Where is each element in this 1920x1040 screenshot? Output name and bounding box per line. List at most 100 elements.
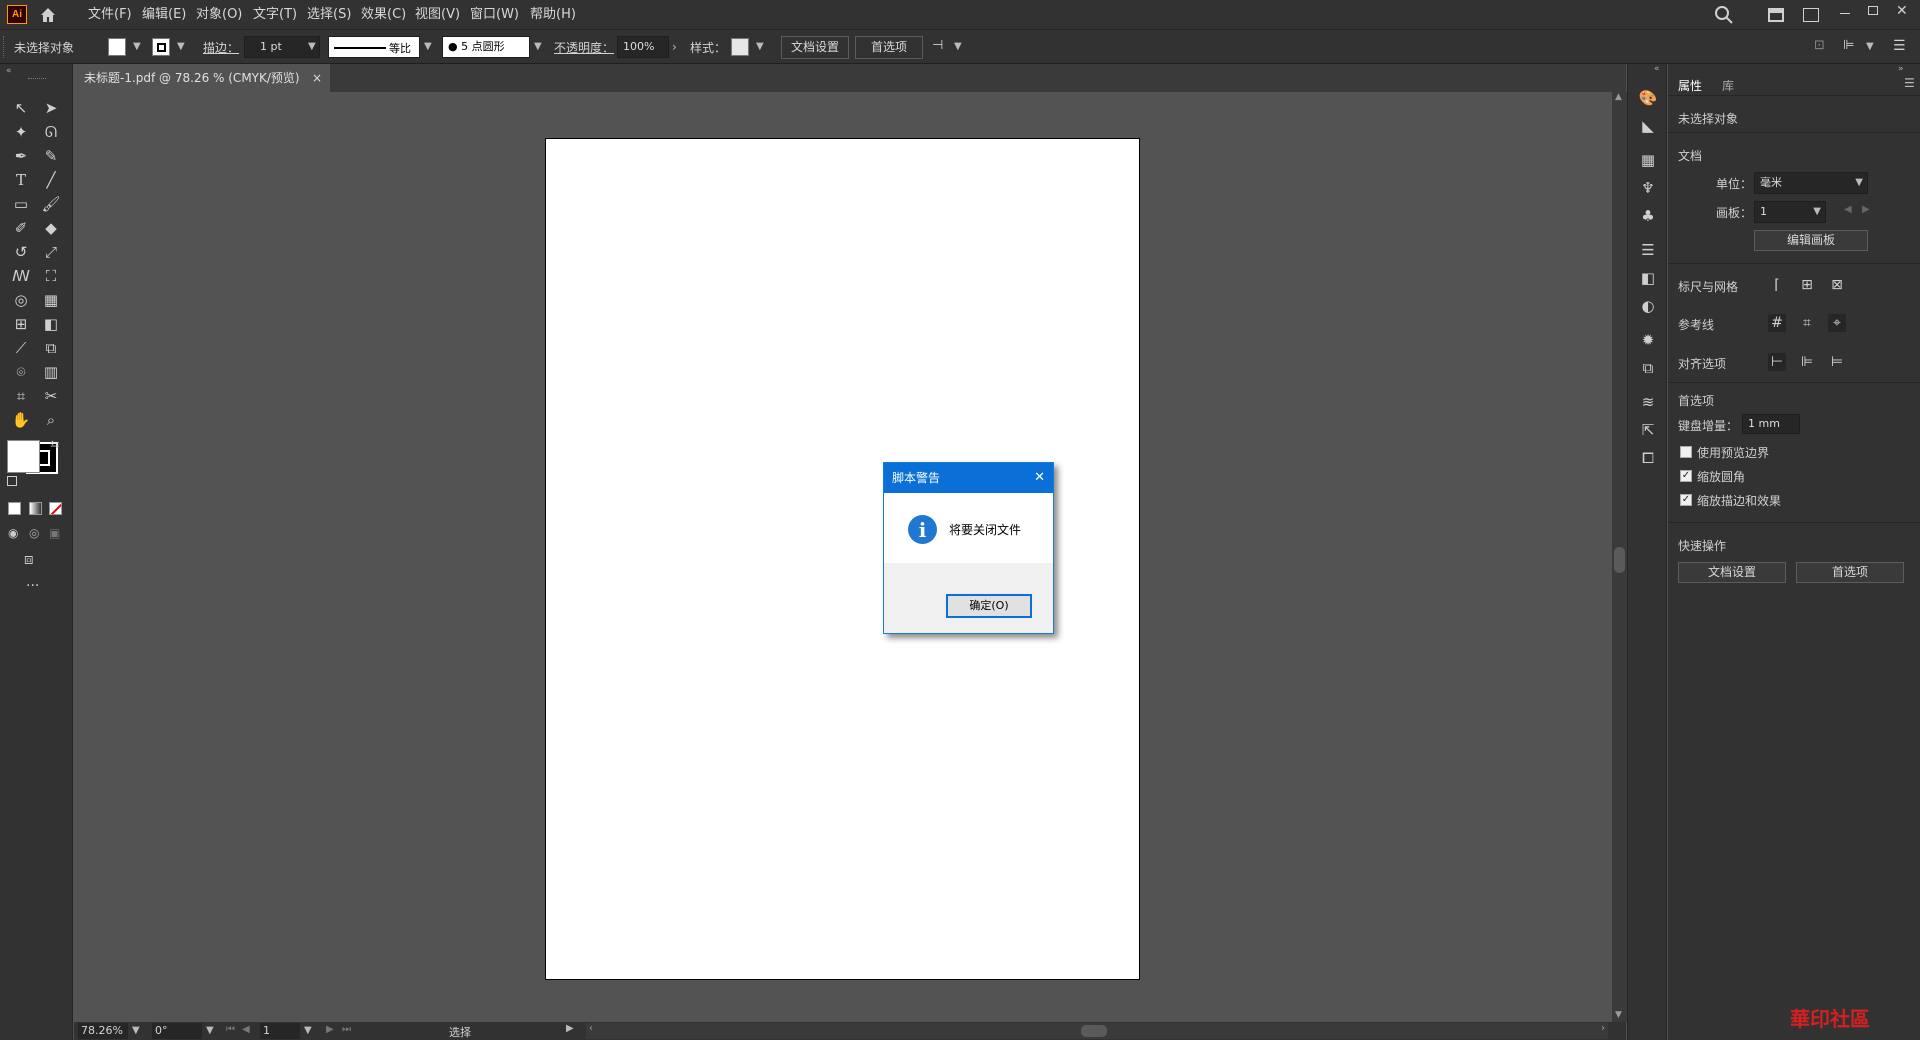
arrange-icon[interactable]: ⊡ <box>1814 38 1825 53</box>
lock-guides-icon[interactable]: ⌗ <box>1798 314 1816 332</box>
scroll-down-icon[interactable]: ▼ <box>1615 1010 1622 1020</box>
ruler-icon[interactable]: ⌈ <box>1768 276 1786 294</box>
magic-wand-icon[interactable]: ✦ <box>7 120 35 144</box>
artboard-dropdown-icon[interactable]: ▼ <box>304 1025 312 1036</box>
rotation-field[interactable]: 0° <box>152 1023 202 1039</box>
first-artboard-icon[interactable]: ⏮ <box>226 1024 235 1035</box>
status-menu-icon[interactable]: ▶ <box>566 1023 574 1034</box>
free-transform-icon[interactable]: ⛶ <box>37 264 65 288</box>
home-icon[interactable] <box>38 5 58 25</box>
grid-icon[interactable]: ⊞ <box>1798 276 1816 294</box>
width-tool-icon[interactable]: ꟿ <box>7 264 35 288</box>
stroke-weight-dropdown-icon[interactable]: ▼ <box>308 41 316 52</box>
color-mode-icon[interactable] <box>8 502 21 515</box>
panel-menu-icon[interactable]: ☰ <box>1893 38 1906 54</box>
rectangle-tool-icon[interactable]: ▭ <box>7 192 35 216</box>
minimize-icon[interactable] <box>1840 13 1850 14</box>
transparency-icon[interactable]: ◐ <box>1638 296 1658 316</box>
workspace-switcher-icon[interactable] <box>1768 8 1784 22</box>
artboards-panel-icon[interactable]: ⧠ <box>1638 448 1658 468</box>
column-graph-icon[interactable]: ▥ <box>37 360 65 384</box>
stroke-label[interactable]: 描边： <box>203 39 239 56</box>
menu-type[interactable]: 文字(T) <box>248 0 302 29</box>
color-guide-icon[interactable]: ◣ <box>1638 116 1658 136</box>
collapse-panels-icon[interactable]: « <box>1654 64 1660 74</box>
menu-select[interactable]: 选择(S) <box>302 0 356 29</box>
line-tool-icon[interactable]: ╱ <box>37 168 65 192</box>
smart-guides-icon[interactable]: ⌖ <box>1828 314 1846 332</box>
panel-expand-icon[interactable]: » <box>1898 64 1904 74</box>
brushes-icon[interactable]: ♆ <box>1638 178 1658 198</box>
appearance-icon[interactable]: ✹ <box>1638 330 1658 350</box>
shaper-tool-icon[interactable]: ✐ <box>7 216 35 240</box>
stroke-panel-icon[interactable]: ☰ <box>1638 240 1658 260</box>
artboard-number-field[interactable]: 1 <box>260 1023 300 1039</box>
menu-file[interactable]: 文件(F) <box>83 0 137 29</box>
align-to-dropdown-icon[interactable]: ▼ <box>1866 41 1874 52</box>
pen-tool-icon[interactable]: ✒ <box>7 144 35 168</box>
draw-behind-icon[interactable]: ◎ <box>29 526 39 540</box>
align-to-icon[interactable]: ⊫ <box>1843 38 1854 53</box>
use-preview-bounds-checkbox[interactable] <box>1680 446 1692 458</box>
scroll-left-icon[interactable]: ‹ <box>589 1023 593 1034</box>
document-tab[interactable]: 未标题-1.pdf @ 78.26 % (CMYK/预览) × <box>74 64 330 92</box>
color-panel-icon[interactable]: 🎨 <box>1638 88 1658 108</box>
vertical-scroll-thumb[interactable] <box>1614 547 1625 573</box>
eyedropper-icon[interactable]: ⟋ <box>7 336 35 360</box>
menu-edit[interactable]: 编辑(E) <box>137 0 191 29</box>
last-artboard-icon[interactable]: ⏭ <box>342 1024 351 1035</box>
align-to-selection-icon[interactable]: ⊢ <box>1768 353 1786 371</box>
scroll-up-icon[interactable]: ▲ <box>1615 92 1622 102</box>
scale-strokes-checkbox[interactable]: ✓ <box>1680 494 1692 506</box>
rotate-tool-icon[interactable]: ↺ <box>7 240 35 264</box>
preferences-button[interactable]: 首选项 <box>855 36 923 59</box>
menu-window[interactable]: 窗口(W) <box>465 0 524 29</box>
menu-object[interactable]: 对象(O) <box>191 0 247 29</box>
brush-definition[interactable]: ● 5 点圆形 <box>442 36 530 58</box>
opacity-input[interactable]: 100% <box>617 36 669 58</box>
gradient-tool-icon[interactable]: ◧ <box>37 312 65 336</box>
symbols-icon[interactable]: ♣ <box>1638 206 1658 226</box>
draw-inside-icon[interactable]: ▣ <box>49 526 60 540</box>
artboard-select[interactable]: 1 ▼ <box>1754 201 1826 223</box>
profile-dropdown-icon[interactable]: ▼ <box>424 41 432 52</box>
align-icon[interactable]: ⊣ <box>932 38 943 53</box>
horizontal-scrollbar[interactable]: ‹ › <box>586 1023 1608 1039</box>
menu-view[interactable]: 视图(V) <box>410 0 465 29</box>
gradient-mode-icon[interactable] <box>29 502 42 515</box>
prev-artboard-panel-icon[interactable]: ◀ <box>1844 204 1852 215</box>
keyboard-increment-input[interactable]: 1 mm <box>1742 414 1800 434</box>
mesh-tool-icon[interactable]: ⊞ <box>7 312 35 336</box>
opacity-label[interactable]: 不透明度： <box>554 39 614 56</box>
artboard-tool-icon[interactable]: ⌗ <box>7 384 35 408</box>
brush-dropdown-icon[interactable]: ▼ <box>534 41 542 52</box>
symbol-sprayer-icon[interactable]: ⌾ <box>7 360 35 384</box>
zoom-level-field[interactable]: 78.26% <box>78 1023 128 1039</box>
draw-normal-icon[interactable]: ◉ <box>8 526 18 540</box>
default-colors-icon[interactable] <box>7 476 17 486</box>
align-to-key-object-icon[interactable]: ⊫ <box>1798 353 1816 371</box>
hand-tool-icon[interactable]: ✋ <box>7 408 35 432</box>
scroll-right-icon[interactable]: › <box>1601 1023 1605 1034</box>
variable-width-profile[interactable]: 等比 <box>328 36 420 58</box>
curvature-tool-icon[interactable]: ✎ <box>37 144 65 168</box>
quick-preferences-button[interactable]: 首选项 <box>1796 562 1904 583</box>
edit-artboards-button[interactable]: 编辑画板 <box>1754 230 1868 251</box>
panel-options-icon[interactable]: ☰ <box>1904 76 1915 90</box>
horizontal-scroll-thumb[interactable] <box>1081 1025 1107 1037</box>
tab-libraries[interactable]: 库 <box>1722 77 1734 94</box>
swap-colors-icon[interactable]: ⇆ <box>50 438 59 451</box>
menu-help[interactable]: 帮助(H) <box>525 0 581 29</box>
layers-icon[interactable]: ≋ <box>1638 392 1658 412</box>
scale-corners-checkbox[interactable]: ✓ <box>1680 470 1692 482</box>
slice-tool-icon[interactable]: ✂ <box>37 384 65 408</box>
scale-tool-icon[interactable]: ⤢ <box>37 240 65 264</box>
ok-button[interactable]: 确定(O) <box>946 594 1032 618</box>
perspective-grid-icon[interactable]: ▦ <box>37 288 65 312</box>
arrange-documents-icon[interactable] <box>1803 8 1819 22</box>
lasso-icon[interactable]: ᘏ <box>37 120 65 144</box>
fill-dropdown-icon[interactable]: ▼ <box>133 41 141 52</box>
prev-artboard-icon[interactable]: ◀ <box>242 1024 250 1035</box>
align-to-artboard-icon[interactable]: ⊨ <box>1828 353 1846 371</box>
paintbrush-icon[interactable]: 🖌 <box>37 192 65 216</box>
